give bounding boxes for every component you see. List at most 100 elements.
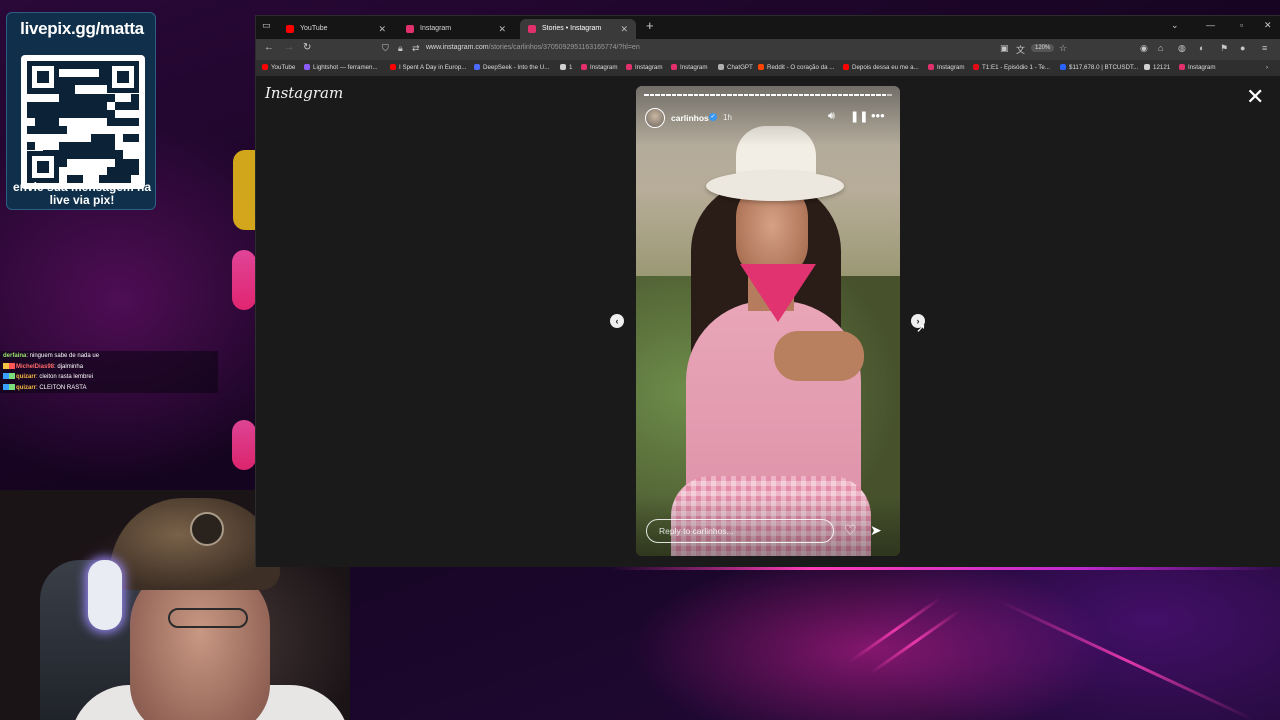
address-bar[interactable]: www.instagram.com/stories/carlinhos/3705… bbox=[426, 44, 640, 51]
tab-list-icon[interactable]: ⌄ bbox=[1171, 20, 1179, 31]
bookmark-item[interactable]: Depois dessa eu me a... bbox=[843, 64, 919, 71]
bookmark-item[interactable]: $117,678.0 | BTCUSDT... bbox=[1060, 64, 1138, 71]
site-settings-icon[interactable]: ⇄ bbox=[412, 43, 420, 54]
tracking-shield-icon[interactable]: ⛉ bbox=[382, 43, 389, 54]
qr-module bbox=[131, 158, 139, 167]
qr-module bbox=[107, 166, 115, 175]
lock-icon[interactable]: 🔒︎ bbox=[398, 43, 403, 54]
bookmark-folder[interactable]: 1 bbox=[560, 64, 572, 71]
bookmark-label: T1:E1 - Episódio 1 - Te... bbox=[982, 64, 1050, 71]
qr-module bbox=[59, 93, 67, 102]
qr-module bbox=[59, 77, 67, 86]
close-icon[interactable]: ✕ bbox=[1246, 86, 1264, 108]
qr-module bbox=[67, 69, 75, 77]
bookmark-item[interactable]: DeepSeek - Into the U... bbox=[474, 64, 549, 71]
zoom-level[interactable]: 120% bbox=[1031, 44, 1055, 52]
qr-module bbox=[83, 126, 91, 134]
qr-module bbox=[67, 85, 75, 94]
story-progress-segment bbox=[876, 94, 881, 96]
bookmark-item[interactable]: T1:E1 - Episódio 1 - Te... bbox=[973, 64, 1050, 71]
bookmark-item[interactable]: Lightshot — ferramen... bbox=[304, 64, 378, 71]
qr-module bbox=[115, 101, 123, 110]
chevron-left-icon[interactable]: ‹ bbox=[610, 314, 624, 328]
qr-module bbox=[75, 118, 83, 126]
story-viewer[interactable]: carlinhos ✓ 1h 🔊︎ ❚❚ ••• Reply to carlin… bbox=[636, 86, 900, 556]
bookmark-item[interactable]: Instagram bbox=[671, 64, 708, 71]
new-tab-button[interactable]: + bbox=[646, 18, 654, 33]
tab-actions-icon[interactable]: ▭ bbox=[262, 20, 271, 31]
qr-module bbox=[35, 142, 43, 150]
qr-module bbox=[51, 117, 59, 127]
qr-module bbox=[75, 167, 83, 175]
story-progress-segment bbox=[715, 94, 721, 96]
bookmark-label: Instagram bbox=[1188, 64, 1216, 71]
menu-icon[interactable]: ≡ bbox=[1262, 43, 1267, 53]
qr-module bbox=[107, 134, 115, 143]
extension-icon[interactable]: ◍ bbox=[1178, 43, 1186, 54]
bookmark-item[interactable]: ChatGPT bbox=[718, 64, 753, 71]
bookmark-item[interactable]: YouTube bbox=[262, 64, 295, 71]
qr-module bbox=[83, 69, 91, 77]
qr-module bbox=[75, 159, 83, 167]
extension-icon[interactable]: ◐ bbox=[1199, 43, 1204, 53]
qr-module bbox=[91, 142, 99, 151]
close-tab-icon[interactable]: ✕ bbox=[378, 19, 386, 39]
maximize-button[interactable]: ▫ bbox=[1240, 20, 1243, 30]
send-icon[interactable]: ➤ bbox=[870, 522, 882, 539]
cap-logo-icon bbox=[190, 512, 224, 546]
qr-module bbox=[107, 159, 115, 167]
profile-icon[interactable]: ● bbox=[1240, 43, 1245, 53]
qr-module bbox=[115, 142, 123, 150]
tab-stories[interactable]: Stories • Instagram ✕ bbox=[520, 19, 636, 39]
bookmark-item[interactable]: Instagram bbox=[928, 64, 965, 71]
qr-module bbox=[75, 93, 83, 102]
translate-icon[interactable]: 文 bbox=[1016, 43, 1025, 56]
story-username[interactable]: carlinhos bbox=[671, 113, 709, 123]
story-progress-segment bbox=[738, 94, 743, 96]
qr-module bbox=[99, 69, 107, 78]
reply-input[interactable]: Reply to carlinhos... bbox=[646, 519, 834, 543]
bookmarks-overflow-icon[interactable]: › bbox=[1266, 64, 1268, 71]
bookmark-item[interactable]: Instagram bbox=[1179, 64, 1216, 71]
qr-module bbox=[115, 126, 123, 134]
instagram-logo[interactable]: Instagram bbox=[265, 84, 343, 102]
story-progress-bar bbox=[644, 94, 892, 96]
extension-icon[interactable]: ⌂ bbox=[1158, 43, 1163, 53]
bookmark-label: Instagram bbox=[937, 64, 965, 71]
bookmark-item[interactable]: Reddit - O coração da ... bbox=[758, 64, 834, 71]
qr-module bbox=[115, 158, 123, 167]
minimize-button[interactable]: — bbox=[1206, 20, 1215, 30]
tab-instagram[interactable]: Instagram ✕ bbox=[398, 19, 514, 39]
close-tab-icon[interactable]: ✕ bbox=[498, 19, 506, 39]
bookmark-item[interactable]: Instagram bbox=[581, 64, 618, 71]
qr-module bbox=[83, 61, 91, 70]
pause-icon[interactable]: ❚❚ bbox=[850, 110, 868, 123]
bookmark-item[interactable]: I Spent A Day in Europ... bbox=[390, 64, 466, 71]
more-icon[interactable]: ••• bbox=[871, 108, 885, 123]
tab-youtube[interactable]: YouTube ✕ bbox=[278, 19, 394, 39]
avatar[interactable] bbox=[645, 108, 665, 128]
close-window-button[interactable]: ✕ bbox=[1264, 20, 1272, 31]
bookmark-item[interactable]: Instagram bbox=[626, 64, 663, 71]
badge-icon bbox=[3, 373, 15, 380]
url-domain: www.instagram.com bbox=[426, 44, 489, 51]
extension-icon[interactable]: ◉ bbox=[1140, 43, 1148, 54]
forward-button[interactable]: → bbox=[284, 42, 294, 53]
story-progress-segment bbox=[798, 94, 804, 96]
qr-module bbox=[75, 142, 83, 151]
reload-button[interactable]: ↻ bbox=[303, 42, 311, 53]
favicon-icon bbox=[718, 64, 724, 70]
story-progress-segment bbox=[749, 94, 754, 96]
back-button[interactable]: ← bbox=[264, 42, 274, 53]
qr-module bbox=[27, 101, 35, 110]
extension-icon[interactable]: ⚑ bbox=[1220, 43, 1228, 54]
story-progress-segment bbox=[765, 94, 771, 96]
bookmark-folder[interactable]: 12121 bbox=[1144, 64, 1170, 71]
qr-module bbox=[131, 142, 139, 150]
speaker-icon[interactable]: 🔊︎ bbox=[828, 110, 835, 123]
bookmark-star-icon[interactable]: ☆ bbox=[1059, 43, 1067, 54]
picture-in-picture-icon[interactable]: ▣ bbox=[1000, 43, 1009, 54]
qr-module bbox=[67, 109, 75, 118]
heart-icon[interactable]: ♡ bbox=[844, 522, 857, 539]
close-tab-icon[interactable]: ✕ bbox=[620, 19, 628, 39]
